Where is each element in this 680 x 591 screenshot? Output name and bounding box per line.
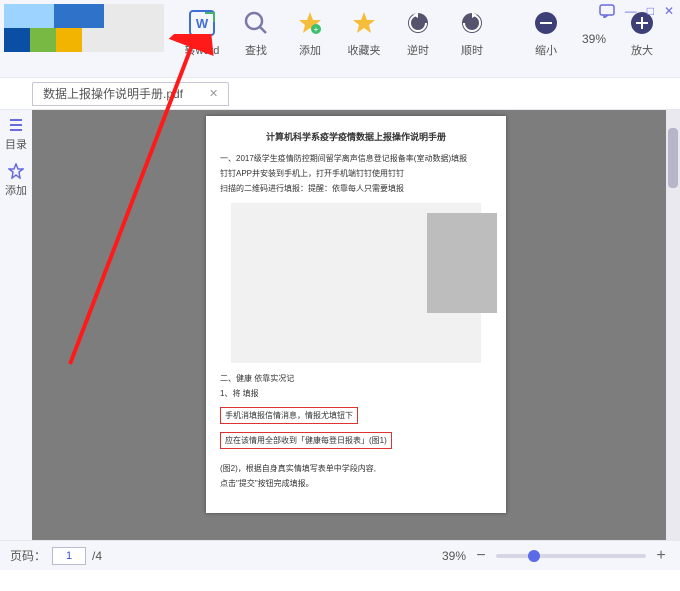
find-label: 查找 [245, 42, 267, 58]
search-icon [241, 8, 271, 38]
maximize-button[interactable]: □ [647, 4, 654, 18]
tab-bar: 数据上报操作说明手册.pdf ✕ [0, 78, 680, 110]
zoom-out-button[interactable]: 缩小 [522, 6, 570, 58]
zoom-percent: 39% [576, 32, 612, 46]
cw-label: 顺时 [461, 42, 483, 58]
minimize-button[interactable]: — [625, 4, 637, 18]
body: 目录 添加 计算机科学系疫学疫情数据上报操作说明手册 一、2017级学生疫情防控… [0, 110, 680, 540]
star-icon [349, 8, 379, 38]
tab-title: 数据上报操作说明手册.pdf [43, 85, 183, 102]
doc-highlight: 应在该情用全部收到「健康每登日报表」(图1) [220, 432, 392, 449]
add-button[interactable]: + 添加 [286, 6, 334, 58]
rotate-ccw-button[interactable]: 逆时 [394, 6, 442, 58]
doc-line: 钉钉APP并安装到手机上，打开手机端钉钉使用钉钉 [220, 168, 492, 179]
window-controls: — □ ✕ [599, 4, 674, 18]
zoom-out-label: 缩小 [535, 42, 557, 58]
fav-label: 收藏夹 [348, 42, 381, 58]
ccw-label: 逆时 [407, 42, 429, 58]
document-viewer[interactable]: 计算机科学系疫学疫情数据上报操作说明手册 一、2017级学生疫情防控期间留学离声… [32, 110, 680, 540]
scrollbar-thumb[interactable] [668, 128, 678, 188]
zoom-slider-knob[interactable] [528, 550, 540, 562]
sidebar: 目录 添加 [0, 110, 32, 540]
doc-line: 点击"提交"按钮完成填报。 [220, 478, 492, 489]
star-outline-icon [7, 162, 25, 180]
page-input[interactable] [52, 547, 86, 565]
sidebar-toc-label: 目录 [5, 136, 27, 152]
doc-highlight: 手机消填报信情消息，情报尤填钮下 [220, 407, 358, 424]
add-label: 添加 [299, 42, 321, 58]
zoom-slider[interactable] [496, 554, 646, 558]
document-tab[interactable]: 数据上报操作说明手册.pdf ✕ [32, 82, 229, 106]
tab-close-icon[interactable]: ✕ [209, 87, 218, 100]
close-button[interactable]: ✕ [664, 4, 674, 18]
rotate-cw-button[interactable]: 顺时 [448, 6, 496, 58]
svg-text:W: W [196, 16, 209, 31]
favorites-button[interactable]: 收藏夹 [340, 6, 388, 58]
to-word-label: 转word [185, 42, 220, 58]
pdf-page: 计算机科学系疫学疫情数据上报操作说明手册 一、2017级学生疫情防控期间留学离声… [206, 116, 506, 513]
status-zoom: 39% [442, 549, 466, 563]
page-total: /4 [92, 549, 102, 563]
sidebar-fav-button[interactable]: 添加 [5, 162, 27, 198]
sidebar-toc-button[interactable]: 目录 [5, 116, 27, 152]
app-logo [4, 4, 164, 52]
titlebar: W 转word 查找 + 添加 收藏夹 逆时 [0, 0, 680, 78]
doc-line: 二、健康 依靠实况记 [220, 373, 492, 384]
svg-text:+: + [314, 25, 319, 34]
doc-screenshot [231, 203, 481, 363]
doc-line: 1、将 填报 [220, 388, 492, 399]
doc-line: (图2)，根据自身真实情填写表单中学段内容, [220, 463, 492, 474]
zoom-plus-button[interactable]: + [652, 547, 670, 565]
zoom-minus-button[interactable]: − [472, 547, 490, 565]
feedback-icon[interactable] [599, 4, 615, 18]
status-bar: 页码： /4 39% − + [0, 540, 680, 570]
list-icon [7, 116, 25, 134]
vertical-scrollbar[interactable] [666, 110, 680, 540]
zoom-in-label: 放大 [631, 42, 653, 58]
sidebar-add-label: 添加 [5, 182, 27, 198]
doc-line: 一、2017级学生疫情防控期间留学离声信息登记报备率(室动数据)填报 [220, 153, 492, 164]
star-add-icon: + [295, 8, 325, 38]
rotate-cw-icon [457, 8, 487, 38]
doc-title: 计算机科学系疫学疫情数据上报操作说明手册 [220, 130, 492, 143]
rotate-ccw-icon [403, 8, 433, 38]
doc-line: 扫描的二维码进行填报：提醒：依靠每人只需要填报 [220, 183, 492, 194]
word-icon: W [187, 8, 217, 38]
find-button[interactable]: 查找 [232, 6, 280, 58]
to-word-button[interactable]: W 转word [178, 6, 226, 58]
minus-circle-icon [531, 8, 561, 38]
page-label: 页码： [10, 547, 46, 564]
main-toolbar: W 转word 查找 + 添加 收藏夹 逆时 [178, 6, 666, 58]
